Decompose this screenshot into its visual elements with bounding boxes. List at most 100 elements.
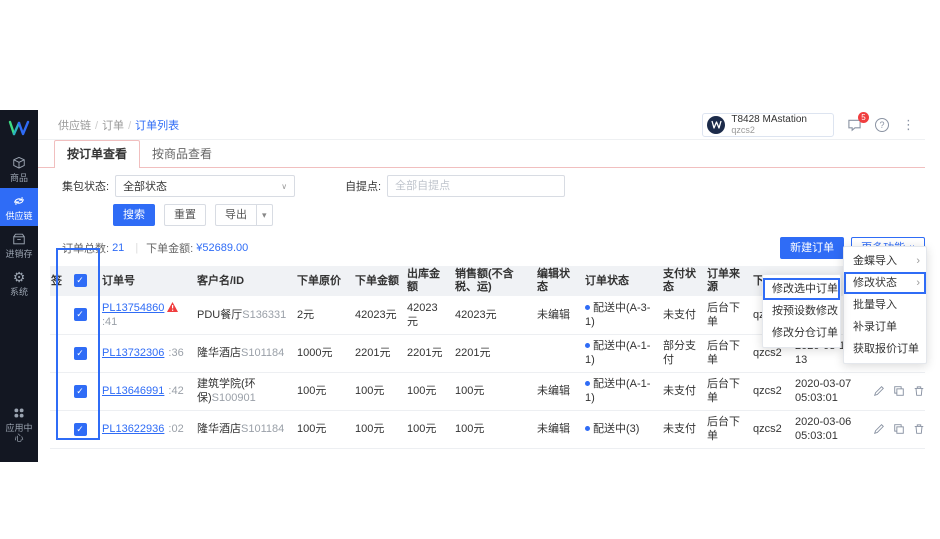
order-link[interactable]: PL13754860 (102, 302, 164, 314)
copy-button[interactable] (893, 384, 905, 398)
menu-item-batch-import[interactable]: 批量导入 (844, 294, 926, 316)
user-menu[interactable]: T8428 MAstation qzcs2 (702, 112, 834, 137)
delete-button[interactable] (913, 422, 925, 436)
order-amount-cell: 2201元 (351, 334, 403, 373)
row-checkbox-cell: ✓ (62, 372, 98, 411)
delete-button[interactable] (913, 384, 925, 398)
menu-item-label: 按预设数修改 (772, 305, 838, 317)
customer-cell: 建筑学院(环保)S100901 (193, 372, 293, 411)
edit-status-cell (533, 334, 581, 373)
order-status-text: 配送中(A-1-1) (585, 340, 651, 366)
submenu-item-modify-by-preset[interactable]: 按预设数修改 (763, 300, 840, 322)
breadcrumb-separator: / (95, 119, 99, 132)
check-icon: ✓ (76, 275, 84, 286)
status-dot-icon (585, 304, 590, 310)
breadcrumb-item[interactable]: 供应链 (58, 120, 91, 132)
header-edit-status: 编辑状态 (533, 266, 581, 296)
menu-item-kingdee-import[interactable]: 金蝶导入 › (844, 250, 926, 272)
tab-order-view[interactable]: 按订单查看 (54, 140, 141, 168)
menu-item-modify-status[interactable]: 修改状态 › (844, 272, 926, 294)
sidebar-item-label: 系统 (9, 287, 28, 297)
customer-cell: PDU餐厅S136331 (193, 296, 293, 335)
breadcrumb-current: 订单列表 (135, 119, 180, 132)
order-link[interactable]: PL13622936 (102, 423, 164, 435)
edit-status-cell: 未编辑 (533, 410, 581, 449)
menu-item-get-quote-orders[interactable]: 获取报价订单 (844, 338, 926, 360)
submenu-item-modify-selected[interactable]: 修改选中订单 (763, 278, 840, 300)
order-no-cell: PL13754860:41 (98, 296, 193, 335)
sales-cell: 42023元 (451, 296, 533, 335)
order-amount-value: ¥52689.00 (196, 242, 249, 254)
avatar (707, 115, 726, 134)
customer-name: PDU餐厅 (197, 308, 243, 321)
package-status-value: 全部状态 (123, 181, 168, 193)
more-menu-button[interactable]: ⋮ (902, 117, 915, 133)
breadcrumb-item[interactable]: 订单 (102, 120, 124, 132)
copy-button[interactable] (893, 422, 905, 436)
source-cell: 后台下单 (703, 372, 749, 411)
orig-price-cell: 2元 (293, 296, 351, 335)
check-icon: ✓ (76, 309, 84, 320)
export-button[interactable]: 导出 (215, 204, 257, 226)
order-amount-label: 下单金额: (146, 243, 194, 255)
export-caret-button[interactable]: ▾ (257, 204, 273, 226)
outbound-cell: 42023元 (403, 296, 451, 335)
table-row: ✓ PL13646991:42 建筑学院(环保)S100901 100元 100… (50, 372, 925, 411)
order-status-cell: 配送中(3) (581, 410, 659, 449)
customer-id: S101184 (241, 347, 285, 359)
submenu-arrow-icon: › (916, 277, 920, 289)
copy-icon (894, 386, 904, 396)
menu-item-label: 修改状态 (853, 277, 897, 289)
sidebar-item-system[interactable]: ⚙ 系统 (0, 264, 38, 302)
pencil-icon (873, 386, 884, 397)
order-link[interactable]: PL13646991 (102, 385, 164, 397)
more-functions-menu: 金蝶导入 › 修改状态 › 批量导入 补录订单 获取报价订单 (843, 246, 927, 364)
edit-button[interactable] (873, 384, 885, 398)
header-sign: 签 (50, 266, 62, 296)
sidebar-item-inventory[interactable]: 进销存 (0, 226, 38, 264)
source-cell: 后台下单 (703, 410, 749, 449)
sidebar-item-label: 进销存 (5, 249, 33, 259)
trash-icon (914, 386, 924, 396)
sidebar-item-label: 商品 (9, 173, 28, 183)
header-order-amount: 下单金额 (351, 266, 403, 296)
reset-button[interactable]: 重置 (164, 204, 206, 226)
order-status-text: 配送中(A-1-1) (585, 378, 651, 404)
message-button[interactable]: 5 (847, 111, 869, 132)
order-status-cell: 配送中(A-3-1) (581, 296, 659, 335)
order-time-cell: 2020-03-07 05:03:01 (791, 372, 869, 411)
check-icon: ✓ (76, 423, 84, 434)
sidebar: 商品 供应链 进销存 ⚙ 系统 应用中心 (0, 110, 38, 462)
help-button[interactable]: ? (875, 117, 889, 132)
new-order-button[interactable]: 新建订单 (780, 237, 845, 259)
brand-logo-icon (8, 120, 30, 136)
tab-product-view[interactable]: 按商品查看 (140, 141, 224, 167)
topbar-right: T8428 MAstation qzcs2 5 ? ⋮ (702, 111, 915, 137)
row-sign-cell (50, 334, 62, 373)
menu-item-supplement-order[interactable]: 补录订单 (844, 316, 926, 338)
outbound-cell: 100元 (403, 410, 451, 449)
header-orig-price: 下单原价 (293, 266, 351, 296)
header-pay-status: 支付状态 (659, 266, 703, 296)
sidebar-item-supply-chain[interactable]: 供应链 (0, 188, 38, 226)
header-outbound: 出库金额 (403, 266, 451, 296)
row-checkbox[interactable]: ✓ (73, 346, 87, 360)
pay-status-cell: 未支付 (659, 296, 703, 335)
row-checkbox[interactable]: ✓ (73, 308, 87, 322)
customer-name: 隆华酒店 (197, 423, 241, 435)
select-all-checkbox[interactable]: ✓ (73, 274, 87, 288)
pickup-point-input[interactable] (387, 175, 566, 197)
customer-name: 隆华酒店 (197, 347, 241, 359)
search-button[interactable]: 搜索 (113, 204, 155, 226)
cube-icon (13, 156, 25, 169)
sidebar-item-goods[interactable]: 商品 (0, 150, 38, 188)
row-checkbox[interactable]: ✓ (73, 384, 87, 398)
outbound-cell: 2201元 (403, 334, 451, 373)
row-checkbox[interactable]: ✓ (73, 422, 87, 436)
sidebar-item-app-center[interactable]: 应用中心 (0, 400, 38, 448)
order-link[interactable]: PL13732306 (102, 347, 164, 359)
edit-button[interactable] (873, 422, 885, 436)
package-status-select[interactable]: 全部状态 ∨ (115, 175, 296, 197)
submenu-item-modify-split-warehouse[interactable]: 修改分仓订单 (763, 322, 840, 344)
header-source: 订单来源 (703, 266, 749, 296)
